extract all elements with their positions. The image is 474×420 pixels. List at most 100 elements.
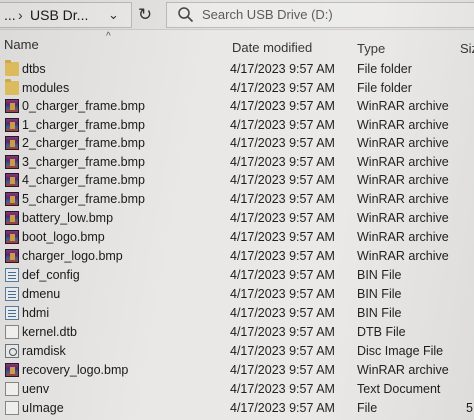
file-type: WinRAR archive xyxy=(357,99,449,113)
text-document-icon xyxy=(5,382,19,396)
file-date-modified: 4/17/2023 9:57 AM xyxy=(230,401,335,415)
bin-file-icon xyxy=(5,268,19,282)
file-type: File folder xyxy=(357,80,412,95)
file-name[interactable]: uImage xyxy=(22,399,64,417)
column-header-size[interactable]: Size xyxy=(460,41,474,56)
file-row[interactable]: 3_charger_frame.bmp 4/17/2023 9:57 AM WinR… xyxy=(0,153,474,171)
file-row[interactable]: charger_logo.bmp 4/17/2023 9:57 AM WinRAR … xyxy=(0,247,474,265)
file-date-modified: 4/17/2023 9:57 AM xyxy=(230,325,335,339)
winrar-archive-icon xyxy=(5,99,19,113)
file-date-modified: 4/17/2023 9:57 AM xyxy=(230,80,335,95)
file-row[interactable]: def_config 4/17/2023 9:57 AM BIN File xyxy=(0,266,474,284)
chevron-down-icon[interactable]: ⌄ xyxy=(108,3,119,27)
folder-icon xyxy=(5,60,19,76)
file-name[interactable]: boot_logo.bmp xyxy=(22,228,105,246)
file-date-modified: 4/17/2023 9:57 AM xyxy=(230,268,335,282)
file-row[interactable]: boot_logo.bmp 4/17/2023 9:57 AM WinRAR arc… xyxy=(0,228,474,246)
address-toolbar: ... › USB Dr... ⌄ ↻ Search USB Drive (D:… xyxy=(0,0,474,30)
file-name[interactable]: 3_charger_frame.bmp xyxy=(22,153,145,171)
file-date-modified: 4/17/2023 9:57 AM xyxy=(230,344,335,358)
winrar-archive-icon xyxy=(5,154,19,169)
search-input[interactable]: Search USB Drive (D:) xyxy=(202,3,333,27)
file-date-modified: 4/17/2023 9:57 AM xyxy=(230,173,335,187)
file-name[interactable]: 4_charger_frame.bmp xyxy=(22,171,145,189)
sort-ascending-icon: ^ xyxy=(106,31,111,42)
winrar-archive-icon xyxy=(5,117,19,132)
file-date-modified: 4/17/2023 9:57 AM xyxy=(230,249,335,263)
file-name[interactable]: kernel.dtb xyxy=(22,323,77,341)
file-size: 5 xyxy=(466,401,473,415)
file-name[interactable]: 0_charger_frame.bmp xyxy=(22,97,145,115)
folder-icon xyxy=(5,78,19,95)
search-icon xyxy=(178,7,194,23)
file-type: BIN File xyxy=(357,268,402,282)
file-row[interactable]: 0_charger_frame.bmp 4/17/2023 9:57 AM WinR… xyxy=(0,97,474,115)
file-date-modified: 4/17/2023 9:57 AM xyxy=(230,230,335,244)
file-row[interactable]: recovery_logo.bmp 4/17/2023 9:57 AM WinRAR… xyxy=(0,361,474,379)
file-type: DTB File xyxy=(357,325,406,339)
file-date-modified: 4/17/2023 9:57 AM xyxy=(230,382,335,396)
file-row[interactable]: 1_charger_frame.bmp 4/17/2023 9:57 AM WinR… xyxy=(0,116,474,134)
file-type: BIN File xyxy=(357,306,402,320)
file-date-modified: 4/17/2023 9:57 AM xyxy=(230,136,335,150)
file-name[interactable]: dmenu xyxy=(22,285,60,303)
file-row[interactable]: battery_low.bmp 4/17/2023 9:57 AM WinRAR a… xyxy=(0,209,474,227)
file-date-modified: 4/17/2023 9:57 AM xyxy=(230,117,335,132)
column-header-type[interactable]: Type xyxy=(357,41,385,56)
winrar-archive-icon xyxy=(5,136,19,150)
file-name[interactable]: battery_low.bmp xyxy=(22,209,113,227)
file-row[interactable]: uImage 4/17/2023 9:57 AM File 5 xyxy=(0,399,474,417)
file-icon xyxy=(5,401,19,415)
file-row[interactable]: uenv 4/17/2023 9:57 AM Text Document xyxy=(0,380,474,398)
file-name[interactable]: 5_charger_frame.bmp xyxy=(22,190,145,208)
file-date-modified: 4/17/2023 9:57 AM xyxy=(230,192,335,206)
file-name[interactable]: hdmi xyxy=(22,304,49,322)
file-icon xyxy=(5,325,19,339)
file-type: WinRAR archive xyxy=(357,211,449,225)
file-type: WinRAR archive xyxy=(357,363,449,377)
file-row[interactable]: 5_charger_frame.bmp 4/17/2023 9:57 AM WinR… xyxy=(0,190,474,208)
file-row[interactable]: dmenu 4/17/2023 9:57 AM BIN File xyxy=(0,285,474,303)
breadcrumb-overflow[interactable]: ... xyxy=(4,3,16,27)
file-row[interactable]: modules 4/17/2023 9:57 AM File folder xyxy=(0,78,474,97)
file-row[interactable]: 4_charger_frame.bmp 4/17/2023 9:57 AM WinR… xyxy=(0,171,474,189)
file-name[interactable]: uenv xyxy=(22,380,49,398)
winrar-archive-icon xyxy=(5,173,19,187)
address-bar[interactable]: ... › USB Dr... ⌄ xyxy=(0,2,132,28)
file-name[interactable]: dtbs xyxy=(22,60,46,78)
file-date-modified: 4/17/2023 9:57 AM xyxy=(230,306,335,320)
file-type: WinRAR archive xyxy=(357,136,449,150)
breadcrumb-current[interactable]: USB Dr... xyxy=(30,3,88,27)
file-date-modified: 4/17/2023 9:57 AM xyxy=(230,363,335,377)
file-type: Disc Image File xyxy=(357,344,444,358)
file-name[interactable]: def_config xyxy=(22,266,80,284)
refresh-icon[interactable]: ↻ xyxy=(135,4,155,26)
file-type: WinRAR archive xyxy=(357,117,449,132)
column-header-date-modified[interactable]: Date modified xyxy=(232,40,312,55)
file-row[interactable]: hdmi 4/17/2023 9:57 AM BIN File xyxy=(0,304,474,322)
file-type: File xyxy=(357,401,378,415)
winrar-archive-icon xyxy=(5,249,19,263)
file-name[interactable]: modules xyxy=(22,79,69,97)
winrar-archive-icon xyxy=(5,211,19,225)
winrar-archive-icon xyxy=(5,192,19,206)
file-name[interactable]: ramdisk xyxy=(22,342,66,360)
winrar-archive-icon xyxy=(5,363,19,377)
file-date-modified: 4/17/2023 9:57 AM xyxy=(230,211,335,225)
file-type: WinRAR archive xyxy=(357,192,449,206)
file-name[interactable]: recovery_logo.bmp xyxy=(22,361,128,379)
file-row[interactable]: ramdisk 4/17/2023 9:57 AM Disc Image File xyxy=(0,342,474,360)
file-name[interactable]: 1_charger_frame.bmp xyxy=(22,116,145,134)
file-type: File folder xyxy=(357,62,412,76)
file-name[interactable]: charger_logo.bmp xyxy=(22,247,123,265)
file-date-modified: 4/17/2023 9:57 AM xyxy=(230,62,335,76)
column-header-name[interactable]: Name xyxy=(4,37,39,52)
column-headers: Name ^ Date modified Type Size xyxy=(0,30,474,60)
file-name[interactable]: 2_charger_frame.bmp xyxy=(22,134,145,152)
bin-file-icon xyxy=(5,306,19,320)
breadcrumb-separator: › xyxy=(18,7,23,23)
search-box[interactable]: Search USB Drive (D:) xyxy=(166,2,474,28)
file-row[interactable]: kernel.dtb 4/17/2023 9:57 AM DTB File xyxy=(0,323,474,341)
file-row[interactable]: 2_charger_frame.bmp 4/17/2023 9:57 AM WinR… xyxy=(0,134,474,152)
file-row[interactable]: dtbs 4/17/2023 9:57 AM File folder xyxy=(0,60,474,78)
